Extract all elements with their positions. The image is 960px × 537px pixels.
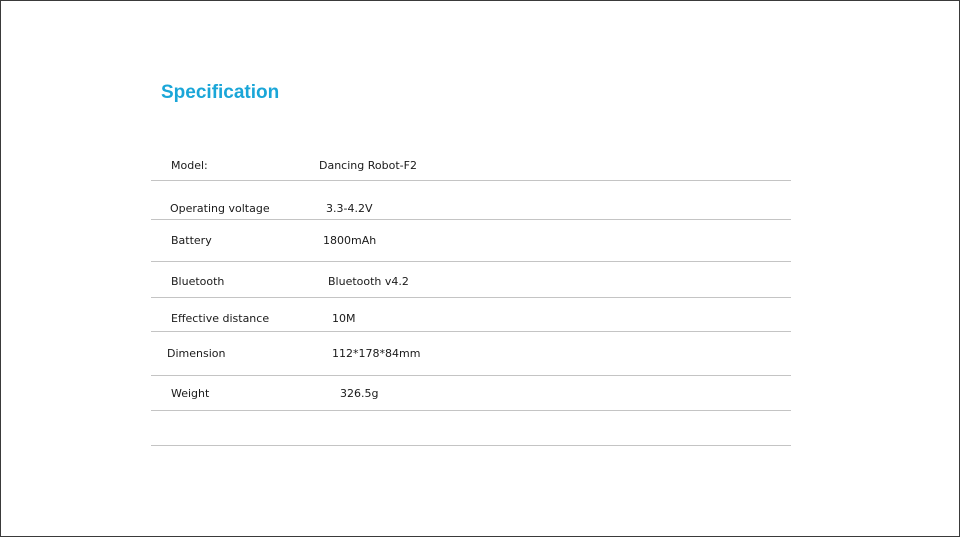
spec-value-effective-distance: 10M	[332, 312, 356, 325]
spec-value-weight: 326.5g	[340, 387, 379, 400]
row-divider	[151, 180, 791, 181]
row-divider	[151, 261, 791, 262]
row-divider	[151, 297, 791, 298]
document-page: Specification Model: Dancing Robot-F2 Op…	[0, 0, 960, 537]
spec-value-battery: 1800mAh	[323, 234, 377, 247]
row-divider	[151, 219, 791, 220]
row-divider	[151, 375, 791, 376]
spec-value-bluetooth: Bluetooth v4.2	[328, 275, 409, 288]
row-divider	[151, 331, 791, 332]
row-divider	[151, 410, 791, 411]
spec-label-operating-voltage: Operating voltage	[170, 202, 270, 215]
spec-value-model: Dancing Robot-F2	[319, 159, 417, 172]
spec-label-dimension: Dimension	[167, 347, 226, 360]
row-divider	[151, 445, 791, 446]
spec-value-dimension: 112*178*84mm	[332, 347, 421, 360]
spec-label-model: Model:	[171, 159, 208, 172]
spec-label-bluetooth: Bluetooth	[171, 275, 225, 288]
spec-value-operating-voltage: 3.3-4.2V	[326, 202, 373, 215]
spec-label-weight: Weight	[171, 387, 210, 400]
spec-table: Model: Dancing Robot-F2 Operating voltag…	[151, 1, 791, 536]
spec-label-battery: Battery	[171, 234, 212, 247]
spec-label-effective-distance: Effective distance	[171, 312, 270, 325]
